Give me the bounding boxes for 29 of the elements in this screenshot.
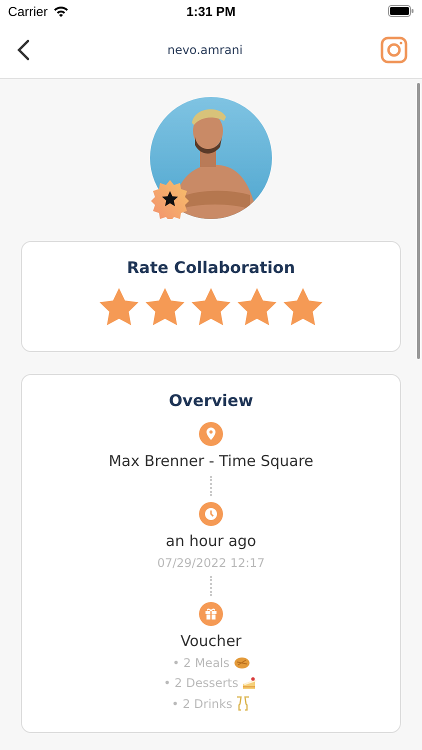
cake-icon [242,676,258,690]
username-title: nevo.amrani [167,43,243,57]
battery-icon [388,5,414,17]
overview-title: Overview [168,391,254,410]
location-pin-icon [199,422,223,446]
gift-icon [199,602,223,626]
status-time: 1:31 PM [186,4,236,18]
clock-icon [199,502,223,526]
star-rating[interactable] [98,287,324,327]
voucher-item: • 2 Meals [172,656,230,670]
star-icon[interactable] [98,287,140,327]
rating-title: Rate Collaboration [126,258,296,277]
step-date: 07/29/2022 12:17 [157,556,265,570]
star-icon[interactable] [236,287,278,327]
star-icon[interactable] [282,287,324,327]
voucher-item: • 2 Desserts [164,676,238,690]
pie-icon [234,657,250,669]
camera-icon[interactable] [380,36,408,64]
voucher-item: • 2 Drinks [172,697,232,711]
star-badge-icon [150,179,190,219]
glasses-icon [236,696,250,712]
star-icon[interactable] [144,287,186,327]
step-title: an hour ago [166,532,256,550]
wifi-icon [52,5,69,17]
step-title: Max Brenner - Time Square [108,452,314,470]
back-icon[interactable] [16,39,30,61]
step-title: Voucher [180,632,242,650]
star-icon[interactable] [190,287,232,327]
carrier-label: Carrier [8,4,48,18]
